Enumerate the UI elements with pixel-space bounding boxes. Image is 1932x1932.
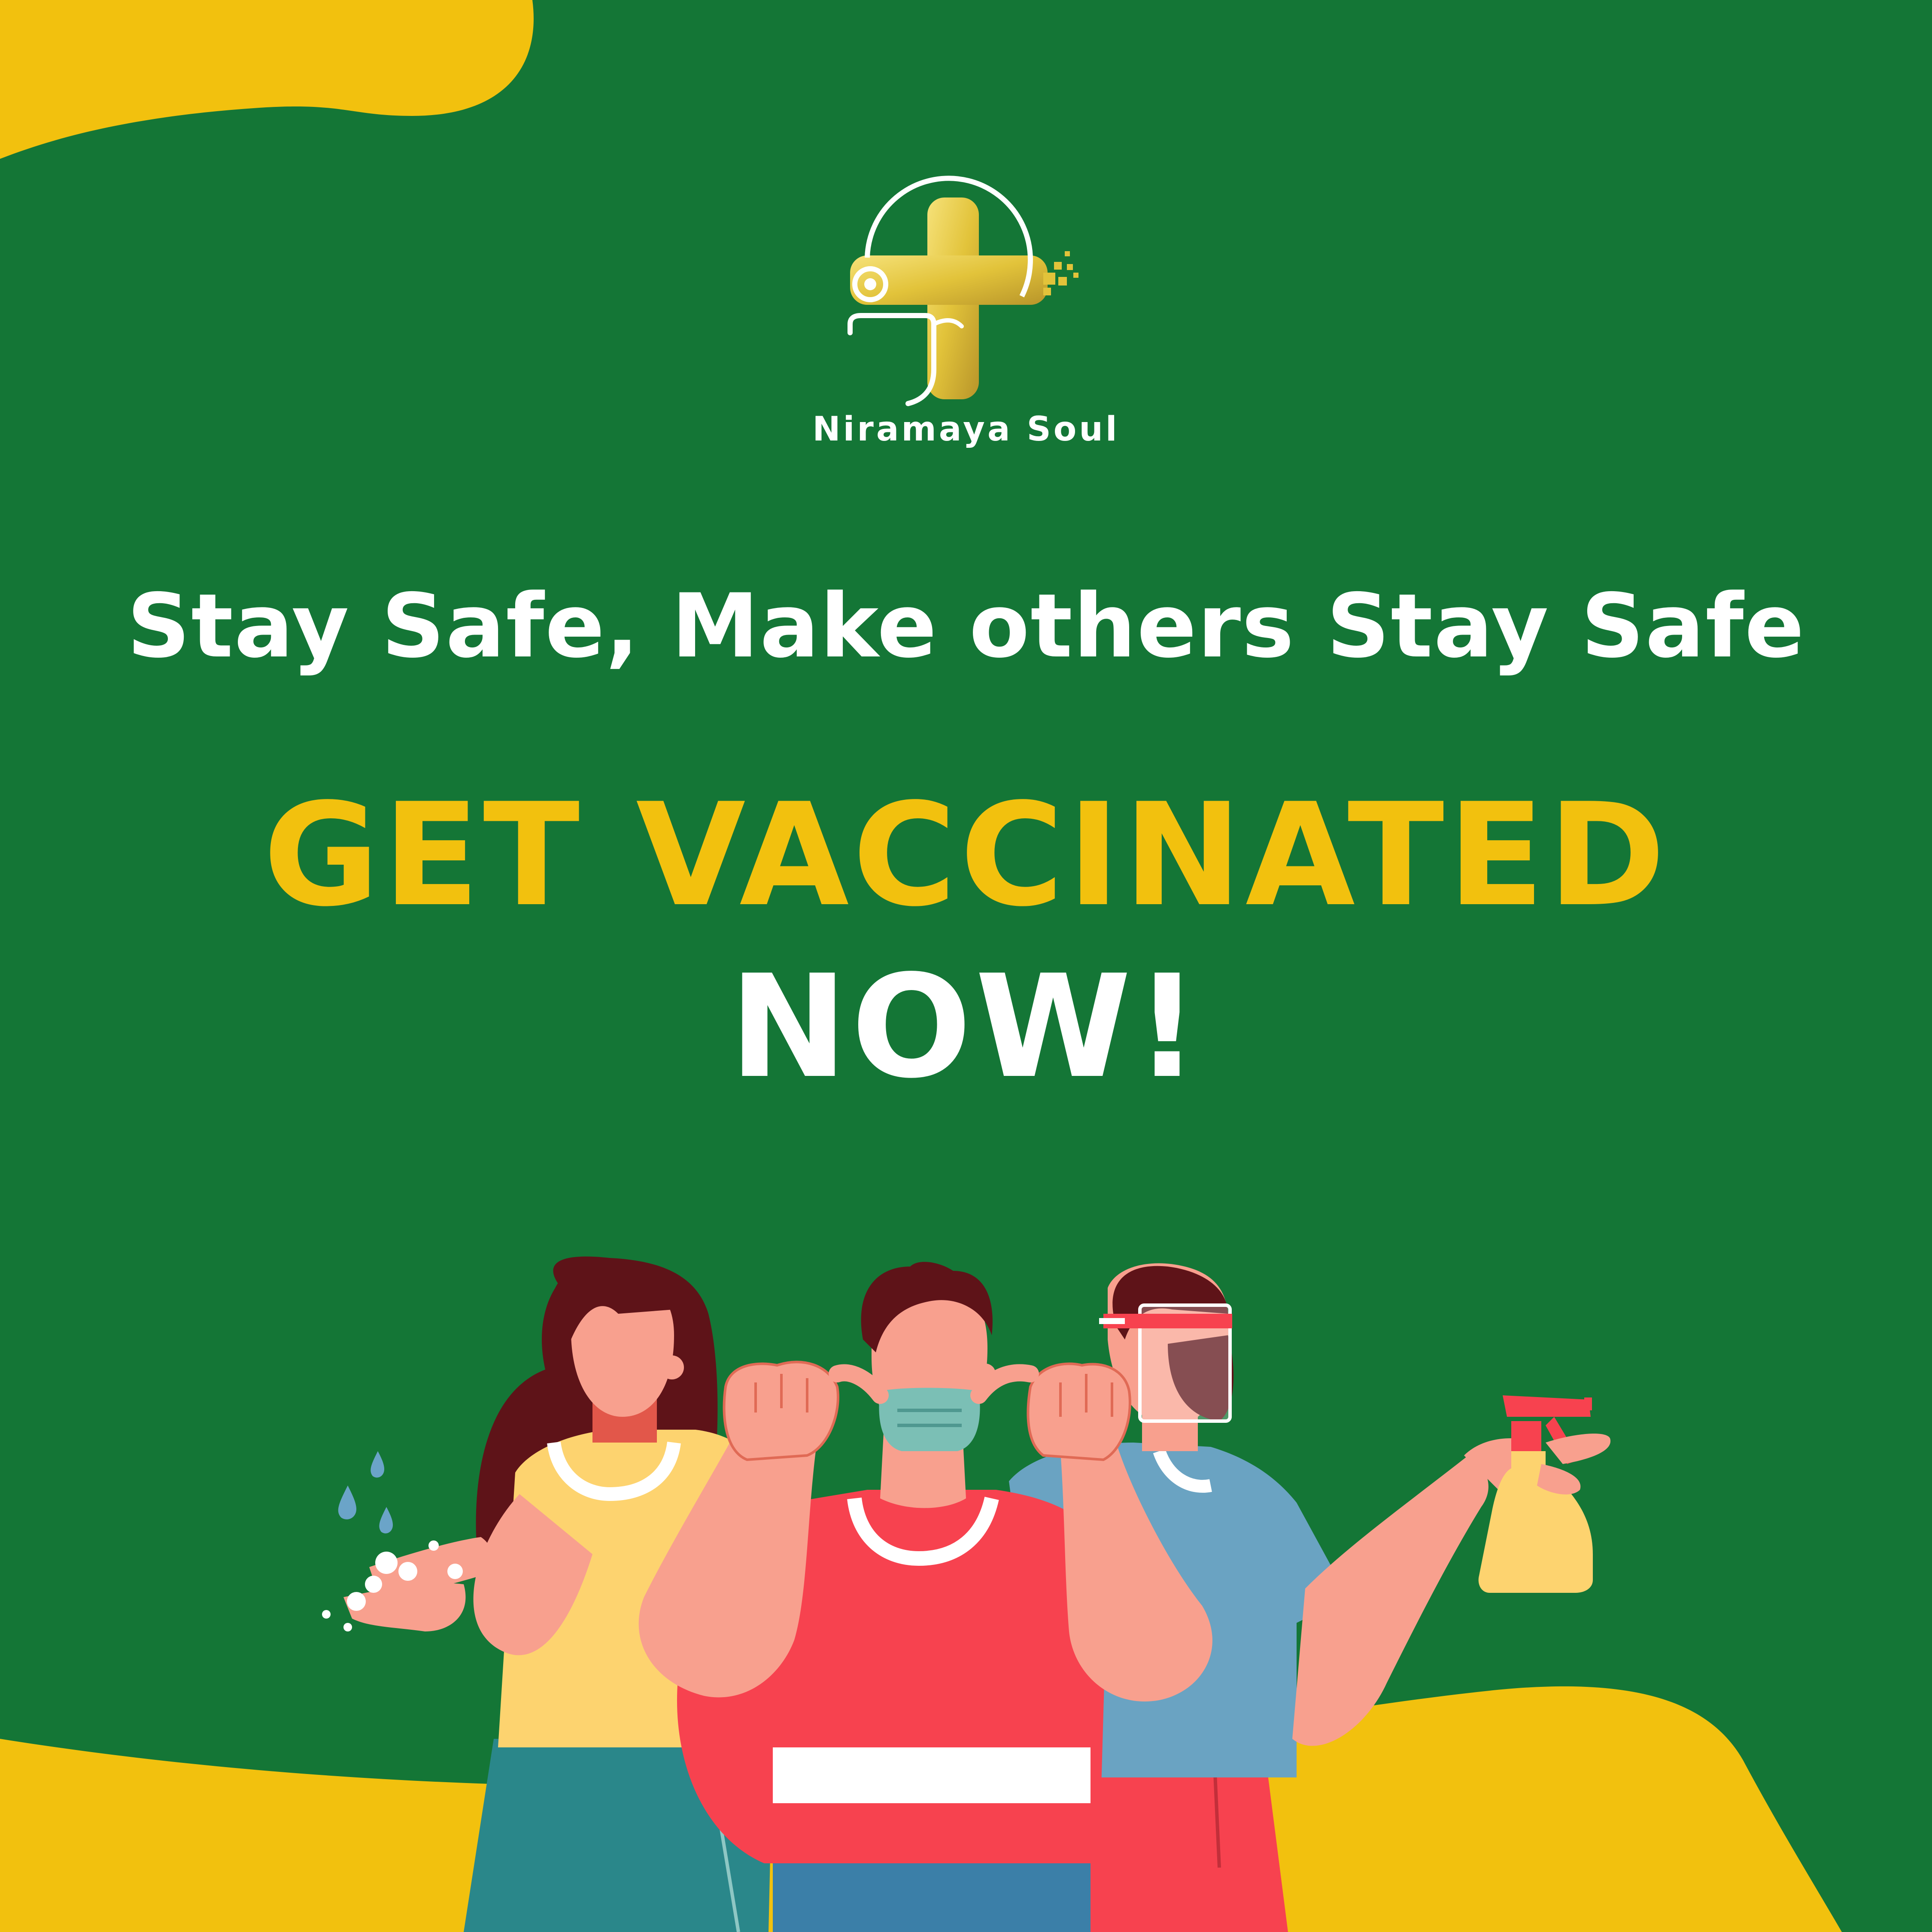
people-illustration [322,1256,1611,1932]
spray-bottle-icon [1478,1395,1593,1593]
poster: Niramaya Soul Stay Safe, Make others Sta… [0,0,1932,1932]
